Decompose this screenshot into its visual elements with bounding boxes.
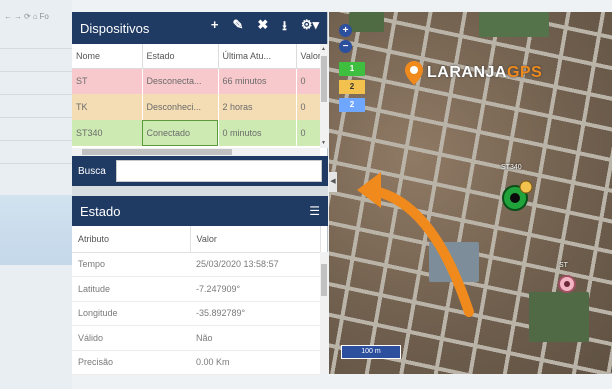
- state-header: Estado ☰: [72, 196, 328, 226]
- home-icon[interactable]: ⌂: [33, 12, 38, 21]
- devices-horizontal-scrollbar[interactable]: [72, 148, 320, 156]
- attribute-name: Tempo: [72, 252, 190, 277]
- browser-content-lines: [0, 48, 72, 186]
- devices-table-header: Nome Estado Última Atu... Valor: [72, 44, 321, 69]
- marker-center-icon: [510, 193, 520, 203]
- add-icon[interactable]: +: [211, 17, 219, 39]
- map-overlay: [357, 172, 576, 317]
- scroll-thumb[interactable]: [82, 149, 232, 155]
- device-row-selected[interactable]: ST340 Conectado 0 minutos 0: [72, 120, 320, 146]
- device-value: 0: [296, 94, 320, 120]
- remove-icon[interactable]: ✖: [257, 17, 268, 39]
- attribute-name: Longitude: [72, 301, 190, 326]
- device-value: 0: [296, 120, 320, 146]
- state-title: Estado: [80, 203, 121, 219]
- attribute-value: -7.247909°: [190, 276, 320, 302]
- columns-menu-icon[interactable]: ☰: [309, 204, 320, 218]
- browser-background: ← → ⟳ ⌂ Fo: [0, 0, 72, 389]
- map-scale: 100 m: [341, 345, 401, 359]
- state-row[interactable]: Latitude -7.247909°: [72, 276, 320, 302]
- browser-nav-bar: ← → ⟳ ⌂ Fo: [0, 8, 72, 24]
- device-name: ST: [72, 68, 142, 94]
- edit-icon[interactable]: ✎: [232, 17, 243, 39]
- column-attribute[interactable]: Atributo: [72, 226, 191, 253]
- device-last-update: 2 horas: [218, 94, 296, 120]
- device-status: Desconheci...: [142, 94, 218, 120]
- device-row[interactable]: ST Desconecta... 66 minutos 0: [72, 68, 320, 94]
- marker-center-icon: [564, 281, 570, 287]
- state-row[interactable]: Precisão 0.00 Km: [72, 350, 320, 375]
- devices-title: Dispositivos: [80, 20, 150, 36]
- attribute-name: Precisão: [72, 350, 190, 375]
- device-name: ST340: [72, 120, 142, 146]
- column-attribute-value[interactable]: Valor: [190, 226, 321, 253]
- devices-header: Dispositivos + ✎ ✖ ⭳ ⚙▾: [72, 12, 327, 44]
- column-value[interactable]: Valor: [296, 44, 321, 69]
- column-status[interactable]: Estado: [142, 44, 219, 69]
- search-input[interactable]: [116, 160, 322, 182]
- devices-vertical-scrollbar[interactable]: ▲ ▼: [320, 44, 328, 148]
- state-table-header: Atributo Valor: [72, 226, 321, 253]
- column-last-update[interactable]: Última Atu...: [218, 44, 297, 69]
- scroll-thumb[interactable]: [321, 264, 327, 296]
- devices-panel: Dispositivos + ✎ ✖ ⭳ ⚙▾ Nome Estado Últi…: [72, 12, 328, 375]
- back-icon[interactable]: ←: [4, 12, 12, 21]
- browser-highlight-area: [0, 195, 72, 265]
- device-status: Conectado: [142, 120, 218, 146]
- settings-icon[interactable]: ⚙▾: [301, 17, 319, 39]
- panel-splitter[interactable]: [72, 186, 328, 196]
- state-vertical-scrollbar[interactable]: [320, 252, 328, 374]
- device-last-update: 0 minutos: [218, 120, 296, 146]
- reload-icon[interactable]: ⟳: [24, 12, 31, 21]
- attribute-value: Não: [190, 325, 320, 351]
- state-row[interactable]: Longitude -35.892789°: [72, 301, 320, 326]
- search-bar: Busca: [72, 156, 328, 186]
- map-view[interactable]: ◀ + − 1 2 2 LARANJAGPS ST340 ST 100 m: [329, 12, 612, 374]
- attribute-name: Válido: [72, 325, 190, 351]
- scroll-up-icon[interactable]: ▲: [321, 46, 326, 52]
- search-label: Busca: [78, 165, 106, 177]
- device-name: TK: [72, 94, 142, 120]
- device-marker-unknown: [519, 180, 533, 194]
- attribute-value: 25/03/2020 13:58:57: [190, 252, 320, 277]
- state-row[interactable]: Válido Não: [72, 325, 320, 351]
- upload-icon[interactable]: ⭳: [282, 17, 287, 39]
- device-status: Desconecta...: [142, 68, 218, 94]
- devices-table: Nome Estado Última Atu... Valor ST Desco…: [72, 44, 321, 146]
- marker-label-online: ST340: [501, 164, 522, 171]
- attribute-name: Latitude: [72, 276, 190, 302]
- devices-toolbar: + ✎ ✖ ⭳ ⚙▾: [211, 17, 319, 39]
- state-table: Atributo Valor Tempo 25/03/2020 13:58:57…: [72, 226, 321, 375]
- state-row[interactable]: Tempo 25/03/2020 13:58:57: [72, 252, 320, 277]
- arrow-head-icon: [357, 172, 381, 208]
- attribute-value: -35.892789°: [190, 301, 320, 326]
- device-last-update: 66 minutos: [218, 68, 296, 94]
- device-value: 0: [296, 68, 320, 94]
- browser-tab-label[interactable]: Fo: [40, 12, 49, 21]
- scroll-thumb[interactable]: [321, 56, 327, 102]
- arrow-annotation: [364, 185, 474, 317]
- attribute-value: 0.00 Km: [190, 350, 320, 375]
- forward-icon[interactable]: →: [14, 12, 22, 21]
- column-name[interactable]: Nome: [72, 44, 143, 69]
- scroll-down-icon[interactable]: ▼: [321, 140, 326, 146]
- marker-label-offline: ST: [559, 262, 568, 269]
- device-row[interactable]: TK Desconheci... 2 horas 0: [72, 94, 320, 120]
